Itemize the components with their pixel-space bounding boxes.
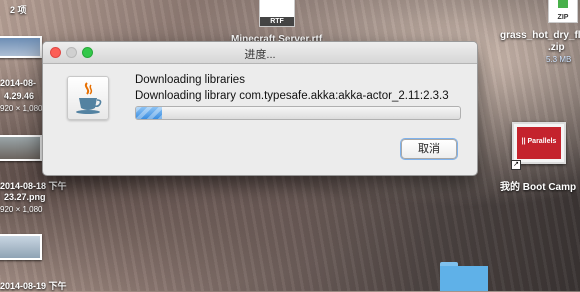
download-progress-bar	[135, 106, 461, 120]
java-cup-icon	[67, 76, 109, 120]
dialog-title: 进度...	[244, 49, 276, 61]
zip-filesize: 5.3 MB	[546, 55, 572, 64]
screenshot-thumbnail-2[interactable]	[0, 135, 42, 161]
screenshot-1-dimensions: 920 × 1,080	[0, 104, 43, 113]
screenshot-1-time: 4.29.46	[4, 91, 35, 101]
dialog-titlebar[interactable]: 进度...	[43, 42, 477, 64]
rtf-file-icon[interactable]: RTF	[259, 0, 295, 27]
zip-file-icon[interactable]: ZIP	[548, 0, 578, 23]
zip-filename-line1[interactable]: grass_hot_dry_fla	[500, 30, 580, 41]
dialog-heading: Downloading libraries	[135, 74, 245, 86]
cancel-button[interactable]: 取消	[401, 139, 457, 159]
alias-arrow-icon: ↗	[511, 160, 521, 170]
rtf-badge: RTF	[260, 17, 294, 26]
desktop-item-count: 2 项	[10, 5, 27, 15]
dialog-detail: Downloading library com.typesafe.akka:ak…	[135, 90, 449, 102]
screenshot-1-date: 2014-08-	[0, 78, 37, 88]
screenshot-3-date: 2014-08-19 下午	[0, 281, 67, 291]
zip-filename-line2: .zip	[548, 42, 565, 53]
screenshot-2-dimensions: 920 × 1,080	[0, 205, 43, 214]
screenshot-thumbnail-1[interactable]	[0, 36, 42, 58]
progress-fill	[136, 107, 162, 119]
progress-dialog: 进度... Downloading libraries Downloading …	[42, 41, 478, 176]
parallels-vm-icon[interactable]: || Parallels	[512, 122, 566, 164]
screenshot-thumbnail-3[interactable]	[0, 234, 42, 260]
screenshot-2-date: 2014-08-18 下午	[0, 181, 67, 191]
parallels-vm-name[interactable]: 我的 Boot Camp	[500, 178, 576, 193]
zip-green-tab	[558, 0, 568, 8]
folder-icon[interactable]	[440, 262, 488, 291]
zip-badge: ZIP	[557, 14, 569, 21]
screenshot-2-time: 23.27.png	[4, 192, 46, 202]
parallels-brand: || Parallels	[517, 127, 561, 159]
